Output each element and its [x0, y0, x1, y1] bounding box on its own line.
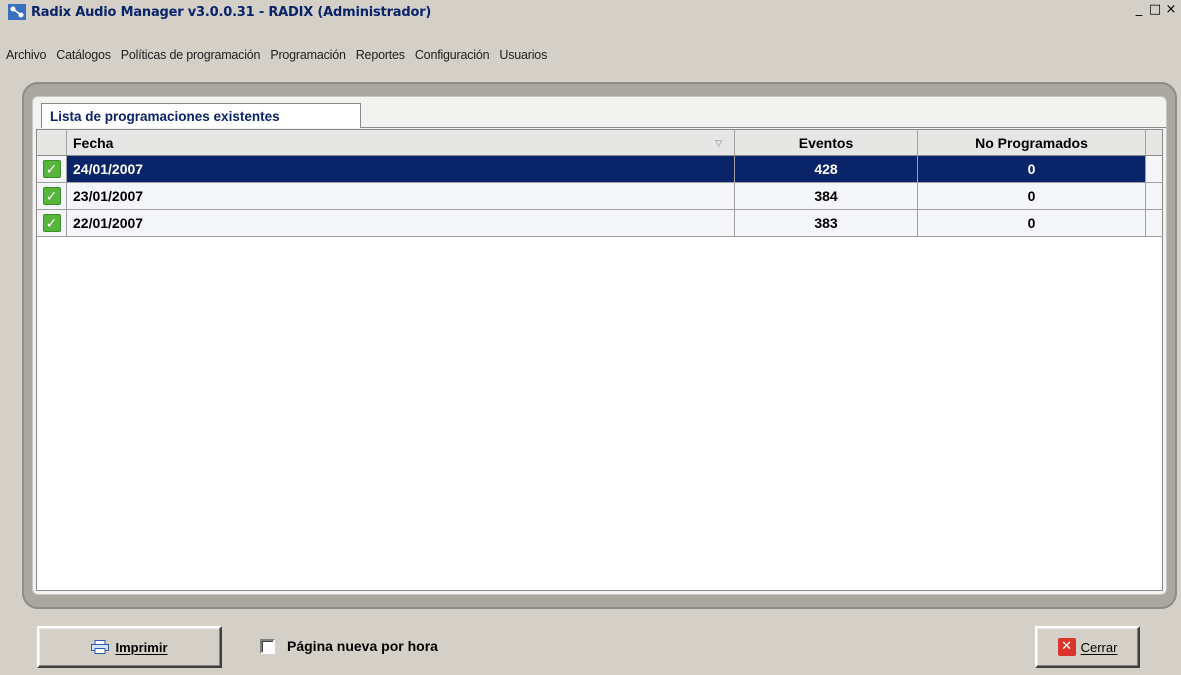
cell-no-programados[interactable]: 0: [918, 210, 1146, 236]
tab-divider: [361, 127, 1166, 128]
menu-programacion[interactable]: Programación: [266, 48, 349, 62]
row-status: ✓: [37, 183, 67, 209]
menu-catalogos[interactable]: Catálogos: [52, 48, 115, 62]
check-icon: ✓: [42, 160, 61, 178]
menu-bar: Archivo Catálogos Políticas de programac…: [0, 45, 1181, 65]
menu-archivo[interactable]: Archivo: [2, 48, 50, 62]
cell-fecha[interactable]: 22/01/2007: [67, 210, 735, 236]
table-row[interactable]: ✓ 23/01/2007 384 0: [37, 183, 1162, 210]
close-button-label: Cerrar: [1080, 639, 1118, 655]
sort-arrow-icon: ▽: [715, 138, 722, 148]
programaciones-grid[interactable]: Fecha ▽ Eventos No Programados ✓ 24/01/2…: [36, 129, 1163, 591]
column-header-no-programados[interactable]: No Programados: [918, 130, 1146, 155]
cell-eventos[interactable]: 428: [735, 156, 918, 182]
main-panel: Lista de programaciones existentes Fecha…: [22, 82, 1177, 609]
cell-eventos[interactable]: 383: [735, 210, 918, 236]
grid-header: Fecha ▽ Eventos No Programados: [37, 130, 1162, 156]
printer-icon: [91, 640, 110, 654]
cell-fecha[interactable]: 23/01/2007: [67, 183, 735, 209]
menu-usuarios[interactable]: Usuarios: [495, 48, 551, 62]
tab-lista-programaciones[interactable]: Lista de programaciones existentes: [41, 103, 361, 128]
table-row[interactable]: ✓ 24/01/2007 428 0: [37, 156, 1162, 183]
check-icon: ✓: [42, 214, 61, 232]
checkbox-box[interactable]: [260, 638, 275, 654]
print-button[interactable]: Imprimir: [37, 626, 222, 668]
check-icon: ✓: [42, 187, 61, 205]
title-bar[interactable]: Radix Audio Manager v3.0.0.31 - RADIX (A…: [0, 0, 1181, 24]
menu-politicas[interactable]: Políticas de programación: [117, 48, 265, 62]
column-header-eventos[interactable]: Eventos: [735, 130, 918, 155]
pagina-nueva-checkbox[interactable]: Página nueva por hora: [260, 638, 438, 654]
cell-fecha[interactable]: 24/01/2007: [67, 156, 735, 182]
column-header-fecha-label: Fecha: [73, 134, 114, 151]
app-icon: [8, 4, 26, 20]
column-header-fecha[interactable]: Fecha ▽: [67, 130, 735, 155]
close-window-button[interactable]: ×: [1163, 3, 1179, 19]
cell-no-programados[interactable]: 0: [918, 156, 1146, 182]
row-status: ✓: [37, 156, 67, 182]
cell-no-programados[interactable]: 0: [918, 183, 1146, 209]
content-panel: Lista de programaciones existentes Fecha…: [32, 96, 1167, 595]
checkbox-label[interactable]: Página nueva por hora: [287, 638, 438, 654]
close-icon: ✕: [1057, 638, 1076, 656]
row-status: ✓: [37, 210, 67, 236]
close-button[interactable]: ✕ Cerrar: [1035, 626, 1140, 668]
window-controls: _ □ ×: [1131, 3, 1179, 19]
menu-configuracion[interactable]: Configuración: [411, 48, 494, 62]
menu-reportes[interactable]: Reportes: [352, 48, 409, 62]
print-button-label: Imprimir: [115, 639, 168, 655]
indicator-header: [37, 130, 67, 155]
cell-eventos[interactable]: 384: [735, 183, 918, 209]
table-row[interactable]: ✓ 22/01/2007 383 0: [37, 210, 1162, 237]
maximize-button[interactable]: □: [1147, 3, 1163, 19]
minimize-button[interactable]: _: [1131, 3, 1147, 19]
window-title: Radix Audio Manager v3.0.0.31 - RADIX (A…: [31, 4, 432, 20]
